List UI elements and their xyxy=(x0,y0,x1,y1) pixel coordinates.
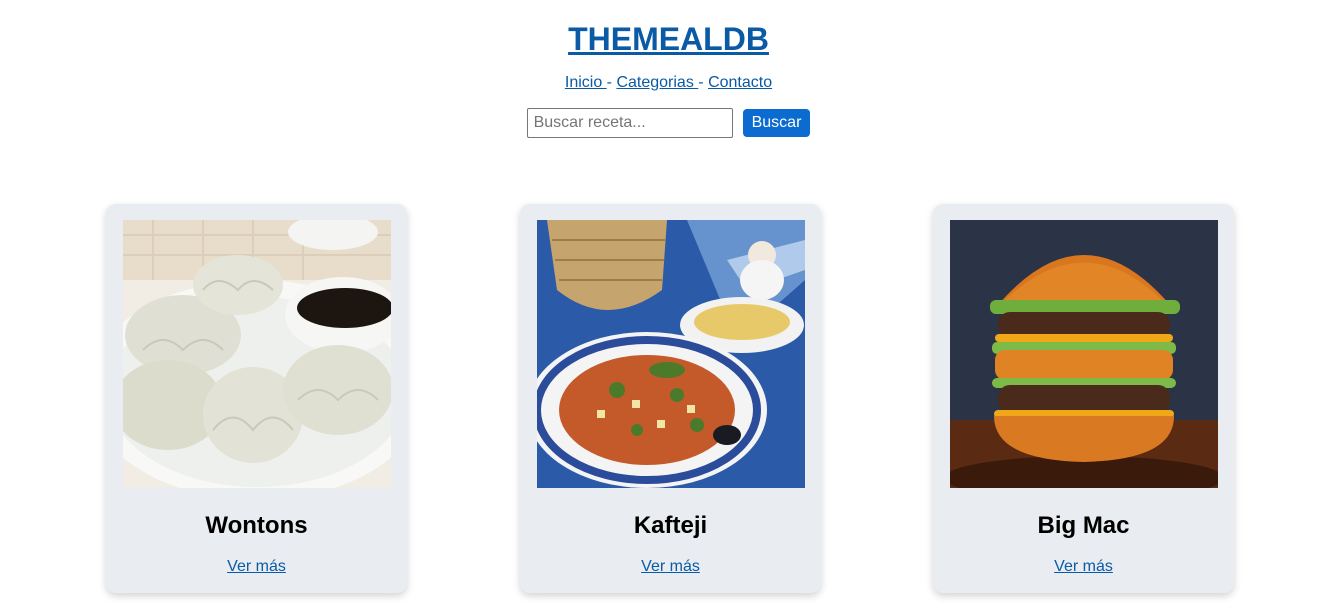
meal-name: Wontons xyxy=(205,512,308,539)
kafteji-photo[interactable] xyxy=(537,220,805,488)
main-nav: Inicio - Categorias - Contacto xyxy=(0,74,1337,92)
nav-link-categorias[interactable]: Categorias xyxy=(616,74,698,91)
ver-mas-link[interactable]: Ver más xyxy=(1054,558,1113,575)
wontons-photo[interactable] xyxy=(123,220,391,488)
big-mac-photo[interactable] xyxy=(950,220,1218,488)
nav-separator: - xyxy=(606,74,612,91)
site-title-link[interactable]: THEMEALDB xyxy=(568,20,769,58)
meal-card: Kafteji Ver más xyxy=(520,204,821,593)
search-input[interactable] xyxy=(526,108,733,138)
meal-name: Big Mac xyxy=(1037,512,1130,539)
nav-link-inicio[interactable]: Inicio xyxy=(565,74,607,91)
site-header: THEMEALDB Inicio - Categorias - Contacto… xyxy=(0,0,1337,138)
ver-mas-link[interactable]: Ver más xyxy=(641,558,700,575)
meal-card: Big Mac Ver más xyxy=(933,204,1234,593)
nav-separator: - xyxy=(698,74,704,91)
nav-link-contacto[interactable]: Contacto xyxy=(708,74,772,91)
ver-mas-link[interactable]: Ver más xyxy=(227,558,286,575)
meal-name: Kafteji xyxy=(633,512,708,539)
search-bar: Buscar xyxy=(0,108,1337,138)
meal-card: Wontons Ver más xyxy=(106,204,407,593)
search-button[interactable]: Buscar xyxy=(742,109,811,137)
